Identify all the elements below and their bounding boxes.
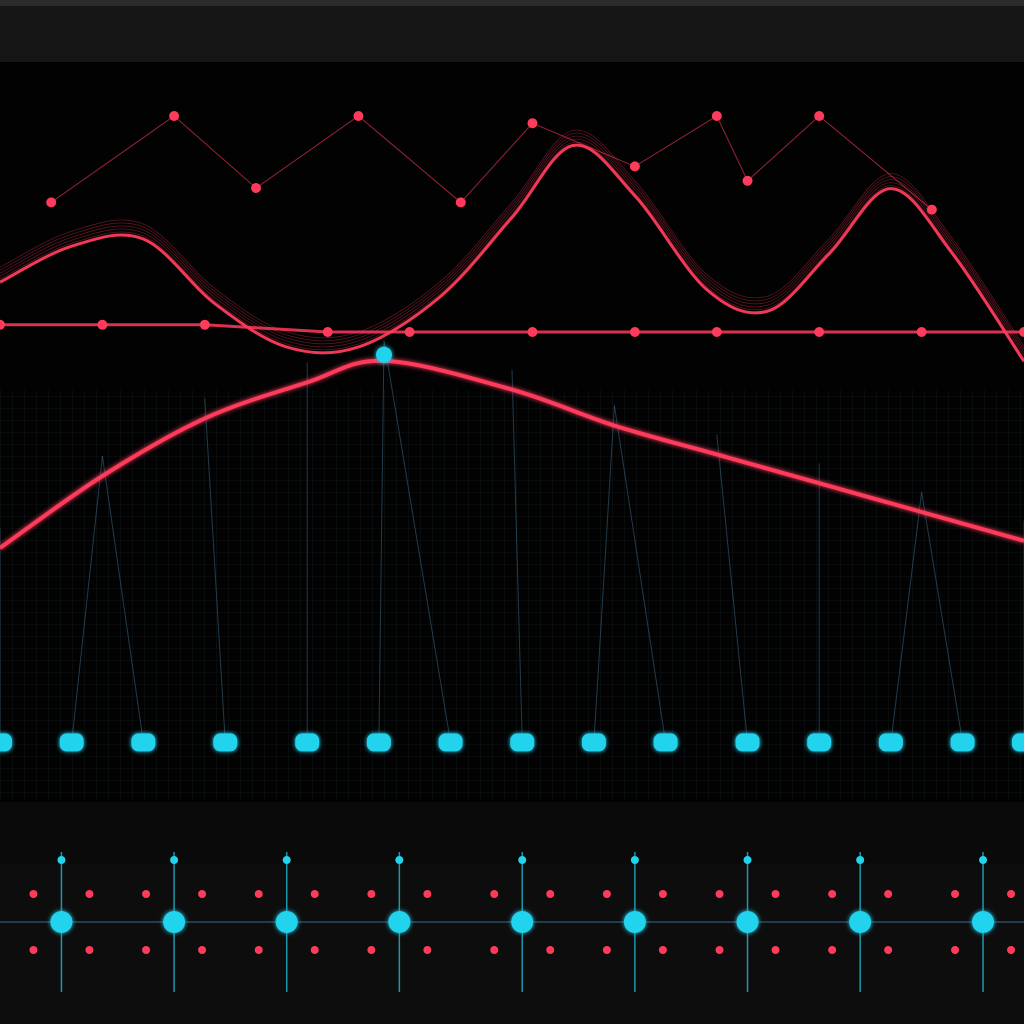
- node-icon: [658, 946, 667, 954]
- node-icon: [490, 890, 499, 898]
- node-icon: [254, 946, 263, 954]
- signal-marker-icon: [395, 856, 404, 864]
- signal-marker-icon: [170, 856, 179, 864]
- node-icon: [490, 946, 499, 954]
- node-icon: [546, 890, 555, 898]
- node-icon: [85, 890, 94, 898]
- node-icon: [1007, 946, 1016, 954]
- node-icon: [142, 946, 151, 954]
- node-icon: [29, 946, 38, 954]
- node-signal-chart: [0, 852, 1024, 992]
- node-icon: [423, 946, 432, 954]
- node-icon: [828, 946, 837, 954]
- node-icon: [1007, 890, 1016, 898]
- node-icon: [951, 946, 960, 954]
- bottom-series-point: [163, 911, 186, 933]
- node-icon: [367, 890, 376, 898]
- node-icon: [771, 890, 780, 898]
- node-icon: [546, 946, 555, 954]
- signal-marker-icon: [518, 856, 527, 864]
- node-icon: [884, 890, 893, 898]
- node-icon: [85, 946, 94, 954]
- bottom-series-point: [972, 911, 995, 933]
- signal-marker-icon: [743, 856, 752, 864]
- node-icon: [198, 890, 207, 898]
- node-icon: [771, 946, 780, 954]
- signal-marker-icon: [630, 856, 639, 864]
- node-icon: [310, 946, 319, 954]
- node-icon: [828, 890, 837, 898]
- signal-marker-icon: [282, 856, 291, 864]
- node-icon: [884, 946, 893, 954]
- signal-marker-icon: [57, 856, 66, 864]
- node-icon: [715, 946, 724, 954]
- node-icon: [310, 890, 319, 898]
- bottom-series-layer: [0, 852, 1024, 992]
- node-icon: [715, 890, 724, 898]
- node-icon: [29, 890, 38, 898]
- signal-marker-icon: [979, 856, 988, 864]
- bottom-series-point: [623, 911, 646, 933]
- bottom-series-point: [275, 911, 298, 933]
- node-icon: [951, 890, 960, 898]
- bottom-series-point: [388, 911, 411, 933]
- node-icon: [602, 890, 611, 898]
- bottom-series-point: [511, 911, 534, 933]
- signal-marker-icon: [856, 856, 865, 864]
- bottom-series-point: [50, 911, 73, 933]
- node-icon: [658, 890, 667, 898]
- node-icon: [198, 946, 207, 954]
- node-icon: [254, 890, 263, 898]
- node-icon: [602, 946, 611, 954]
- bottom-series-point: [736, 911, 759, 933]
- node-icon: [142, 890, 151, 898]
- node-icon: [423, 890, 432, 898]
- node-icon: [367, 946, 376, 954]
- bottom-series-point: [849, 911, 872, 933]
